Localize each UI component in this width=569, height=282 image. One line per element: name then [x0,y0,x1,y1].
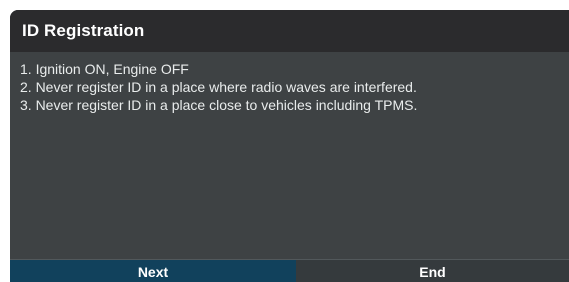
instruction-list: 1. Ignition ON, Engine OFF 2. Never regi… [20,60,569,114]
end-button[interactable]: End [296,260,569,282]
dialog-title: ID Registration [22,21,145,40]
dialog-header: ID Registration [10,10,569,52]
dialog-footer: Next End [10,259,569,282]
next-button[interactable]: Next [10,260,296,282]
instruction-radio-waves: 2. Never register ID in a place where ra… [20,79,417,95]
instruction-ignition: 1. Ignition ON, Engine OFF [20,61,189,77]
dialog-body: 1. Ignition ON, Engine OFF 2. Never regi… [10,52,569,259]
instruction-tpms: 3. Never register ID in a place close to… [20,97,418,113]
id-registration-dialog: ID Registration 1. Ignition ON, Engine O… [10,10,569,282]
